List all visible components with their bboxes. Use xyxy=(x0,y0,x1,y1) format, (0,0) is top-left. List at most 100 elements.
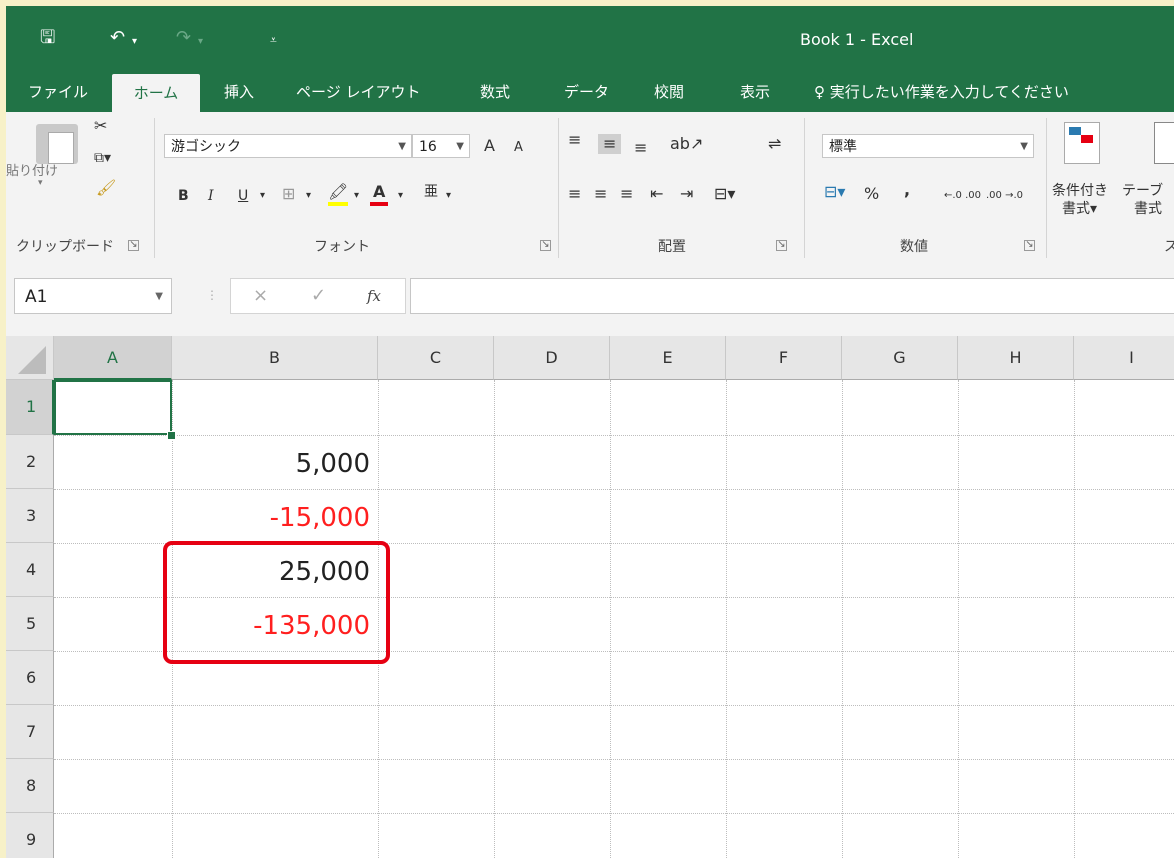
paste-button-label[interactable]: 貼り付け xyxy=(6,160,58,179)
tell-me-box[interactable]: ♀ 実行したい作業を入力してください xyxy=(814,72,1069,112)
decrease-decimal-icon[interactable]: .00 →.0 xyxy=(986,190,1023,201)
row-header-1[interactable]: 1 xyxy=(6,380,54,435)
fill-handle[interactable] xyxy=(167,431,176,440)
merge-center-icon[interactable]: ⊟▾ xyxy=(714,184,735,204)
fill-color-icon[interactable]: 🖍 xyxy=(328,182,349,206)
italic-button[interactable]: I xyxy=(208,186,214,206)
row-header-6[interactable]: 6 xyxy=(6,651,54,705)
font-size-combo[interactable]: 16 ▼ xyxy=(412,134,470,158)
orientation-icon[interactable]: ab↗ xyxy=(670,134,703,154)
grow-font-icon[interactable]: A xyxy=(484,136,495,156)
decrease-indent-icon[interactable]: ⇤ xyxy=(650,184,663,204)
currency-icon[interactable]: ⊟▾ xyxy=(824,182,845,202)
underline-dropdown-icon[interactable]: ▾ xyxy=(260,186,265,206)
row-header-4[interactable]: 4 xyxy=(6,543,54,597)
conditional-format-icon[interactable] xyxy=(1064,122,1100,164)
shrink-font-icon[interactable]: A xyxy=(514,138,523,158)
ribbon-tabs: ファイル ホーム 挿入 ページ レイアウト 数式 データ 校閲 表示 ♀ 実行し… xyxy=(6,72,1174,112)
column-header-h[interactable]: H xyxy=(958,336,1074,380)
font-name-combo[interactable]: 游ゴシック ▼ xyxy=(164,134,412,158)
column-header-d[interactable]: D xyxy=(494,336,610,380)
row-header-9[interactable]: 9 xyxy=(6,813,54,858)
paste-icon[interactable] xyxy=(36,124,78,164)
divider xyxy=(1046,118,1047,258)
tab-file[interactable]: ファイル xyxy=(28,72,88,112)
cancel-icon[interactable]: × xyxy=(253,285,268,306)
tab-page-layout[interactable]: ページ レイアウト xyxy=(296,72,420,112)
alignment-launcher-icon[interactable]: ↘ xyxy=(776,240,787,251)
clipboard-launcher-icon[interactable]: ↘ xyxy=(128,240,139,251)
font-color-dropdown-icon[interactable]: ▾ xyxy=(398,186,403,206)
tab-home[interactable]: ホーム xyxy=(112,74,200,112)
drag-handle-icon[interactable]: ⋮ xyxy=(206,288,218,302)
row-header-2[interactable]: 2 xyxy=(6,435,54,489)
phonetic-guide-icon[interactable]: 亜 xyxy=(424,182,438,202)
align-middle-icon[interactable]: ≡ xyxy=(598,134,622,154)
increase-decimal-icon[interactable]: ←.0 .00 xyxy=(944,190,981,201)
row-header-3[interactable]: 3 xyxy=(6,489,54,543)
name-box[interactable]: A1 ▼ xyxy=(14,278,172,314)
enter-icon[interactable]: ✓ xyxy=(311,285,326,306)
lightbulb-icon: ♀ xyxy=(814,83,825,101)
align-right-icon[interactable]: ≡ xyxy=(620,184,633,204)
fill-color-dropdown-icon[interactable]: ▾ xyxy=(354,186,359,206)
tab-insert[interactable]: 挿入 xyxy=(224,72,254,112)
column-header-a[interactable]: A xyxy=(54,336,172,380)
column-header-c[interactable]: C xyxy=(378,336,494,380)
tab-review[interactable]: 校閲 xyxy=(654,72,684,112)
column-header-g[interactable]: G xyxy=(842,336,958,380)
conditional-format-label[interactable]: 条件付き xyxy=(1052,180,1108,200)
chevron-down-icon: ▼ xyxy=(155,291,163,302)
redo-dropdown-icon[interactable]: ▾ xyxy=(198,32,203,52)
column-header-f[interactable]: F xyxy=(726,336,842,380)
number-format-combo[interactable]: 標準 ▼ xyxy=(822,134,1034,158)
undo-dropdown-icon[interactable]: ▾ xyxy=(132,32,137,52)
font-launcher-icon[interactable]: ↘ xyxy=(540,240,551,251)
redo-icon[interactable]: ↷ xyxy=(176,28,191,48)
tab-formulas[interactable]: 数式 xyxy=(480,72,510,112)
font-color-icon[interactable]: A xyxy=(370,182,389,206)
insert-function-icon[interactable]: fx xyxy=(367,287,381,305)
column-header-b[interactable]: B xyxy=(172,336,378,380)
borders-dropdown-icon[interactable]: ▾ xyxy=(306,186,311,206)
active-cell-a1[interactable] xyxy=(54,380,172,435)
format-painter-icon[interactable]: 🖌 xyxy=(96,178,116,198)
paste-dropdown-icon[interactable]: ▾ xyxy=(38,178,43,188)
tab-data[interactable]: データ xyxy=(564,72,609,112)
copy-icon[interactable]: ⧉▾ xyxy=(94,148,111,168)
worksheet-grid[interactable]: A B C D E F G H I 1 2 3 4 5 6 7 8 9 5,00… xyxy=(6,336,1174,858)
format-as-table-label-2[interactable]: 書式 xyxy=(1134,198,1162,218)
column-header-i[interactable]: I xyxy=(1074,336,1174,380)
select-all-corner[interactable] xyxy=(6,336,54,380)
cell-b3[interactable]: -15,000 xyxy=(172,489,378,543)
cut-icon[interactable]: ✂ xyxy=(94,116,107,136)
cell-b2[interactable]: 5,000 xyxy=(172,435,378,489)
comma-button[interactable]: , xyxy=(904,180,910,200)
save-icon[interactable]: 🖫 xyxy=(40,28,55,48)
underline-button[interactable]: U xyxy=(238,186,248,206)
undo-icon[interactable]: ↶ xyxy=(110,28,125,48)
format-as-table-label[interactable]: テーブ xyxy=(1122,180,1163,200)
phonetic-dropdown-icon[interactable]: ▾ xyxy=(446,186,451,206)
number-launcher-icon[interactable]: ↘ xyxy=(1024,240,1035,251)
row-header-5[interactable]: 5 xyxy=(6,597,54,651)
format-as-table-icon[interactable] xyxy=(1154,122,1174,164)
increase-indent-icon[interactable]: ⇥ xyxy=(680,184,693,204)
row-header-7[interactable]: 7 xyxy=(6,705,54,759)
align-center-icon[interactable]: ≡ xyxy=(594,184,607,204)
formula-input[interactable] xyxy=(410,278,1174,314)
customize-toolbar-icon[interactable]: ⩡ xyxy=(270,30,277,50)
align-top-icon[interactable]: ≡ xyxy=(568,130,581,150)
tab-view[interactable]: 表示 xyxy=(740,72,770,112)
name-box-value: A1 xyxy=(25,287,48,307)
bold-button[interactable]: B xyxy=(178,186,189,206)
align-left-icon[interactable]: ≡ xyxy=(568,184,581,204)
column-header-e[interactable]: E xyxy=(610,336,726,380)
borders-icon[interactable]: ⊞ xyxy=(282,184,295,204)
conditional-format-label-2[interactable]: 書式▾ xyxy=(1062,198,1097,218)
row-header-8[interactable]: 8 xyxy=(6,759,54,813)
chevron-down-icon: ▼ xyxy=(1020,141,1028,152)
wrap-text-icon[interactable]: ⇌ xyxy=(768,134,781,154)
align-bottom-icon[interactable]: ≡ xyxy=(634,138,647,158)
percent-button[interactable]: % xyxy=(864,184,879,204)
